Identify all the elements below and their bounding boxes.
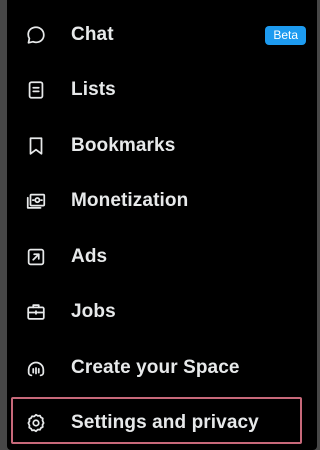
chat-bubble-icon [24,23,48,47]
menu-item-bookmarks[interactable]: Bookmarks [7,120,317,172]
menu-item-label: Monetization [71,190,189,211]
menu-item-label: Bookmarks [71,135,176,156]
menu-item-settings-privacy[interactable]: Settings and privacy [7,397,317,449]
briefcase-icon [24,300,48,324]
beta-badge: Beta [265,25,306,45]
money-icon [24,189,48,213]
more-menu: Chat Beta Lists Bookmarks Monetization A… [7,0,317,450]
menu-item-chat[interactable]: Chat Beta [7,9,317,61]
list-icon [24,78,48,102]
menu-item-label: Lists [71,79,116,100]
external-arrow-icon [24,245,48,269]
menu-item-label: Create your Space [71,357,240,378]
microphone-icon [24,356,48,380]
menu-item-ads[interactable]: Ads [7,231,317,283]
menu-item-label: Chat [71,24,114,45]
app-frame: Chat Beta Lists Bookmarks Monetization A… [0,0,320,450]
gear-icon [24,411,48,435]
menu-item-label: Ads [71,246,108,267]
menu-item-lists[interactable]: Lists [7,64,317,116]
menu-item-label: Settings and privacy [71,412,259,433]
menu-item-monetization[interactable]: Monetization [7,175,317,227]
menu-item-jobs[interactable]: Jobs [7,286,317,338]
menu-item-label: Jobs [71,301,116,322]
bookmark-icon [24,134,48,158]
menu-item-create-space[interactable]: Create your Space [7,342,317,394]
